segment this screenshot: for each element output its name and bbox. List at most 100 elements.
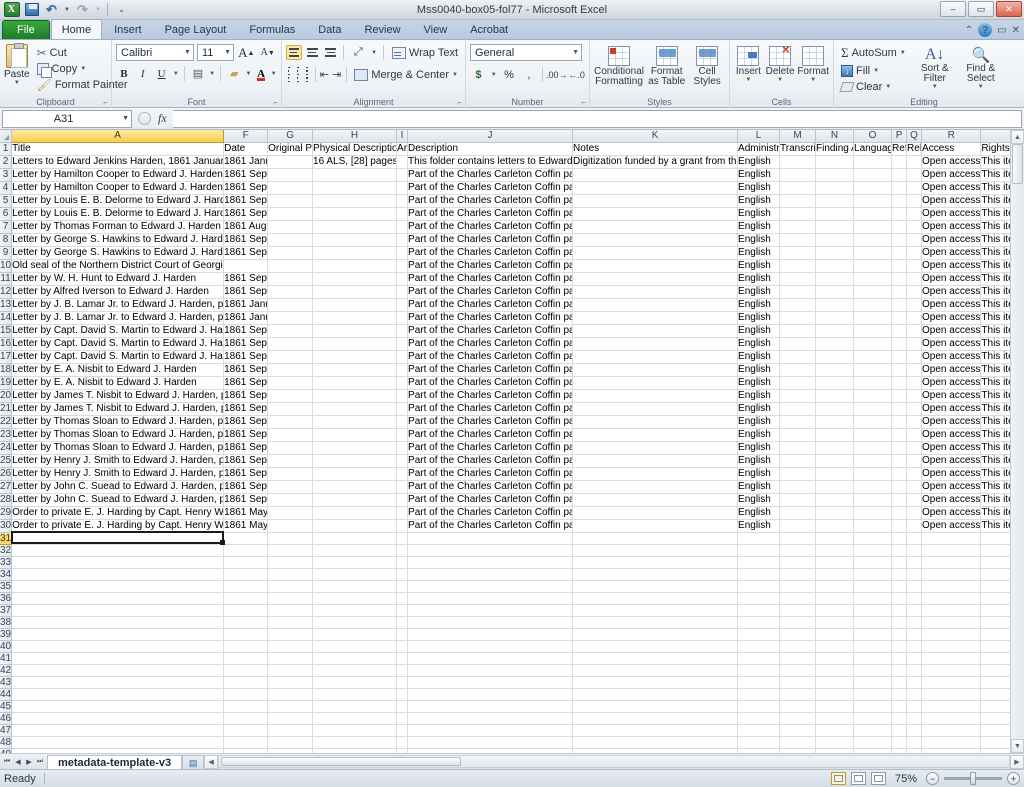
cell-N49[interactable] bbox=[815, 748, 855, 753]
shrink-font-icon[interactable]: A ▼ bbox=[259, 44, 277, 61]
cell-R27[interactable]: Open access bbox=[921, 480, 982, 494]
cell-K2[interactable]: Digitization funded by a grant from the … bbox=[572, 155, 739, 169]
cell-F2[interactable]: 1861 January - Septem bbox=[223, 155, 269, 169]
cell-L39[interactable] bbox=[737, 628, 781, 641]
cell-J11[interactable]: Part of the Charles Carleton Coffin pape… bbox=[407, 272, 574, 286]
cell-R8[interactable]: Open access bbox=[921, 233, 982, 247]
cell-F7[interactable]: 1861 August 10 bbox=[223, 220, 269, 234]
cell-F6[interactable]: 1861 September 28 bbox=[223, 207, 269, 221]
cell-A45[interactable] bbox=[11, 700, 225, 713]
row-header-7[interactable]: 7 bbox=[0, 220, 13, 234]
cell-Q25[interactable] bbox=[906, 454, 923, 468]
cell-O14[interactable] bbox=[853, 311, 893, 325]
cell-O4[interactable] bbox=[853, 181, 893, 195]
table-row[interactable]: 29 Order to private E. J. Harding by Capt… bbox=[0, 506, 1010, 520]
cell-P18[interactable] bbox=[891, 363, 908, 377]
cell-R40[interactable] bbox=[921, 640, 982, 653]
status-right[interactable]: 75% − + bbox=[830, 772, 1020, 785]
cell-G13[interactable] bbox=[267, 298, 314, 312]
cell-M41[interactable] bbox=[779, 652, 817, 665]
cell-H21[interactable] bbox=[312, 402, 398, 416]
save-icon[interactable] bbox=[23, 1, 40, 18]
vertical-scroll-track[interactable] bbox=[1011, 184, 1024, 739]
cell-M13[interactable] bbox=[779, 298, 817, 312]
cell-O29[interactable] bbox=[853, 506, 893, 520]
table-row[interactable]: 40 bbox=[0, 640, 1010, 653]
table-row[interactable]: 5 Letter by Louis E. B. Delorme to Edward… bbox=[0, 194, 1010, 208]
cell-M20[interactable] bbox=[779, 389, 817, 403]
horizontal-scroll-track[interactable] bbox=[218, 755, 1010, 768]
cell-O34[interactable] bbox=[853, 568, 893, 581]
cell-R21[interactable]: Open access bbox=[921, 402, 982, 416]
cell-K16[interactable] bbox=[572, 337, 739, 351]
find-select-dropdown-icon[interactable]: ▼ bbox=[978, 84, 984, 90]
cell-M10[interactable] bbox=[779, 259, 817, 273]
cell-R33[interactable] bbox=[921, 556, 982, 569]
cell-G43[interactable] bbox=[267, 676, 314, 689]
cell-P17[interactable] bbox=[891, 350, 908, 364]
cell-S27[interactable]: This iter bbox=[980, 480, 1010, 494]
cell-M36[interactable] bbox=[779, 592, 817, 605]
cell-P8[interactable] bbox=[891, 233, 908, 247]
cell-S10[interactable]: This iter bbox=[980, 259, 1010, 273]
cell-S24[interactable]: This iter bbox=[980, 441, 1010, 455]
cell-G39[interactable] bbox=[267, 628, 314, 641]
cell-M26[interactable] bbox=[779, 467, 817, 481]
cell-O1[interactable]: Languages bbox=[853, 142, 893, 156]
percent-icon[interactable]: % bbox=[501, 67, 518, 83]
cell-G12[interactable] bbox=[267, 285, 314, 299]
cell-K44[interactable] bbox=[572, 688, 739, 701]
cell-N48[interactable] bbox=[815, 736, 855, 749]
cell-K22[interactable] bbox=[572, 415, 739, 429]
cell-H18[interactable] bbox=[312, 363, 398, 377]
cell-A28[interactable]: Letter by John C. Suead to Edward J. Har… bbox=[11, 493, 225, 507]
conditional-formatting-button[interactable]: Conditional Formatting bbox=[594, 44, 644, 87]
row-header-21[interactable]: 21 bbox=[0, 402, 13, 416]
cell-J6[interactable]: Part of the Charles Carleton Coffin pape… bbox=[407, 207, 574, 221]
tab-data[interactable]: Data bbox=[307, 20, 352, 39]
cell-L32[interactable] bbox=[737, 544, 781, 557]
cell-H32[interactable] bbox=[312, 544, 398, 557]
cell-I27[interactable] bbox=[396, 480, 409, 494]
cell-A38[interactable] bbox=[11, 616, 225, 629]
row-header-24[interactable]: 24 bbox=[0, 441, 13, 455]
cell-S23[interactable]: This iter bbox=[980, 428, 1010, 442]
cell-M46[interactable] bbox=[779, 712, 817, 725]
customize-qat-icon[interactable]: ⌄ bbox=[113, 1, 130, 18]
cell-O36[interactable] bbox=[853, 592, 893, 605]
cell-G3[interactable] bbox=[267, 168, 314, 182]
cell-L2[interactable]: English bbox=[737, 155, 781, 169]
cell-K45[interactable] bbox=[572, 700, 739, 713]
cell-J27[interactable]: Part of the Charles Carleton Coffin pape… bbox=[407, 480, 574, 494]
table-row[interactable]: 24 Letter by Thomas Sloan to Edward J. Ha… bbox=[0, 441, 1010, 455]
cell-L22[interactable]: English bbox=[737, 415, 781, 429]
cell-Q23[interactable] bbox=[906, 428, 923, 442]
orientation-dropdown-icon[interactable]: ▼ bbox=[370, 44, 378, 61]
excel-app-icon[interactable]: X bbox=[3, 1, 20, 18]
first-sheet-icon[interactable]: ⏮ bbox=[2, 758, 12, 766]
cell-A22[interactable]: Letter by Thomas Sloan to Edward J. Hard… bbox=[11, 415, 225, 429]
cell-G36[interactable] bbox=[267, 592, 314, 605]
cell-F41[interactable] bbox=[223, 652, 269, 665]
cell-H23[interactable] bbox=[312, 428, 398, 442]
cell-R45[interactable] bbox=[921, 700, 982, 713]
cell-P48[interactable] bbox=[891, 736, 908, 749]
cell-P33[interactable] bbox=[891, 556, 908, 569]
table-row[interactable]: 18 Letter by E. A. Nisbit to Edward J. Ha… bbox=[0, 363, 1010, 377]
table-row[interactable]: 3 Letter by Hamilton Cooper to Edward J. … bbox=[0, 168, 1010, 182]
row-header-46[interactable]: 46 bbox=[0, 712, 13, 725]
cell-F27[interactable]: 1861 September 7 bbox=[223, 480, 269, 494]
cell-L49[interactable] bbox=[737, 748, 781, 753]
cell-S42[interactable] bbox=[980, 664, 1010, 677]
cell-F42[interactable] bbox=[223, 664, 269, 677]
cell-K17[interactable] bbox=[572, 350, 739, 364]
font-name-combo[interactable]: Calibri ▼ bbox=[116, 44, 194, 61]
cell-J33[interactable] bbox=[407, 556, 574, 569]
format-cells-button[interactable]: Format ▼ bbox=[797, 44, 829, 83]
tab-acrobat[interactable]: Acrobat bbox=[459, 20, 519, 39]
cell-N26[interactable] bbox=[815, 467, 855, 481]
increase-decimal-icon[interactable]: .00→ bbox=[546, 67, 568, 83]
cell-O48[interactable] bbox=[853, 736, 893, 749]
table-row[interactable]: 44 bbox=[0, 688, 1010, 701]
cell-J22[interactable]: Part of the Charles Carleton Coffin pape… bbox=[407, 415, 574, 429]
